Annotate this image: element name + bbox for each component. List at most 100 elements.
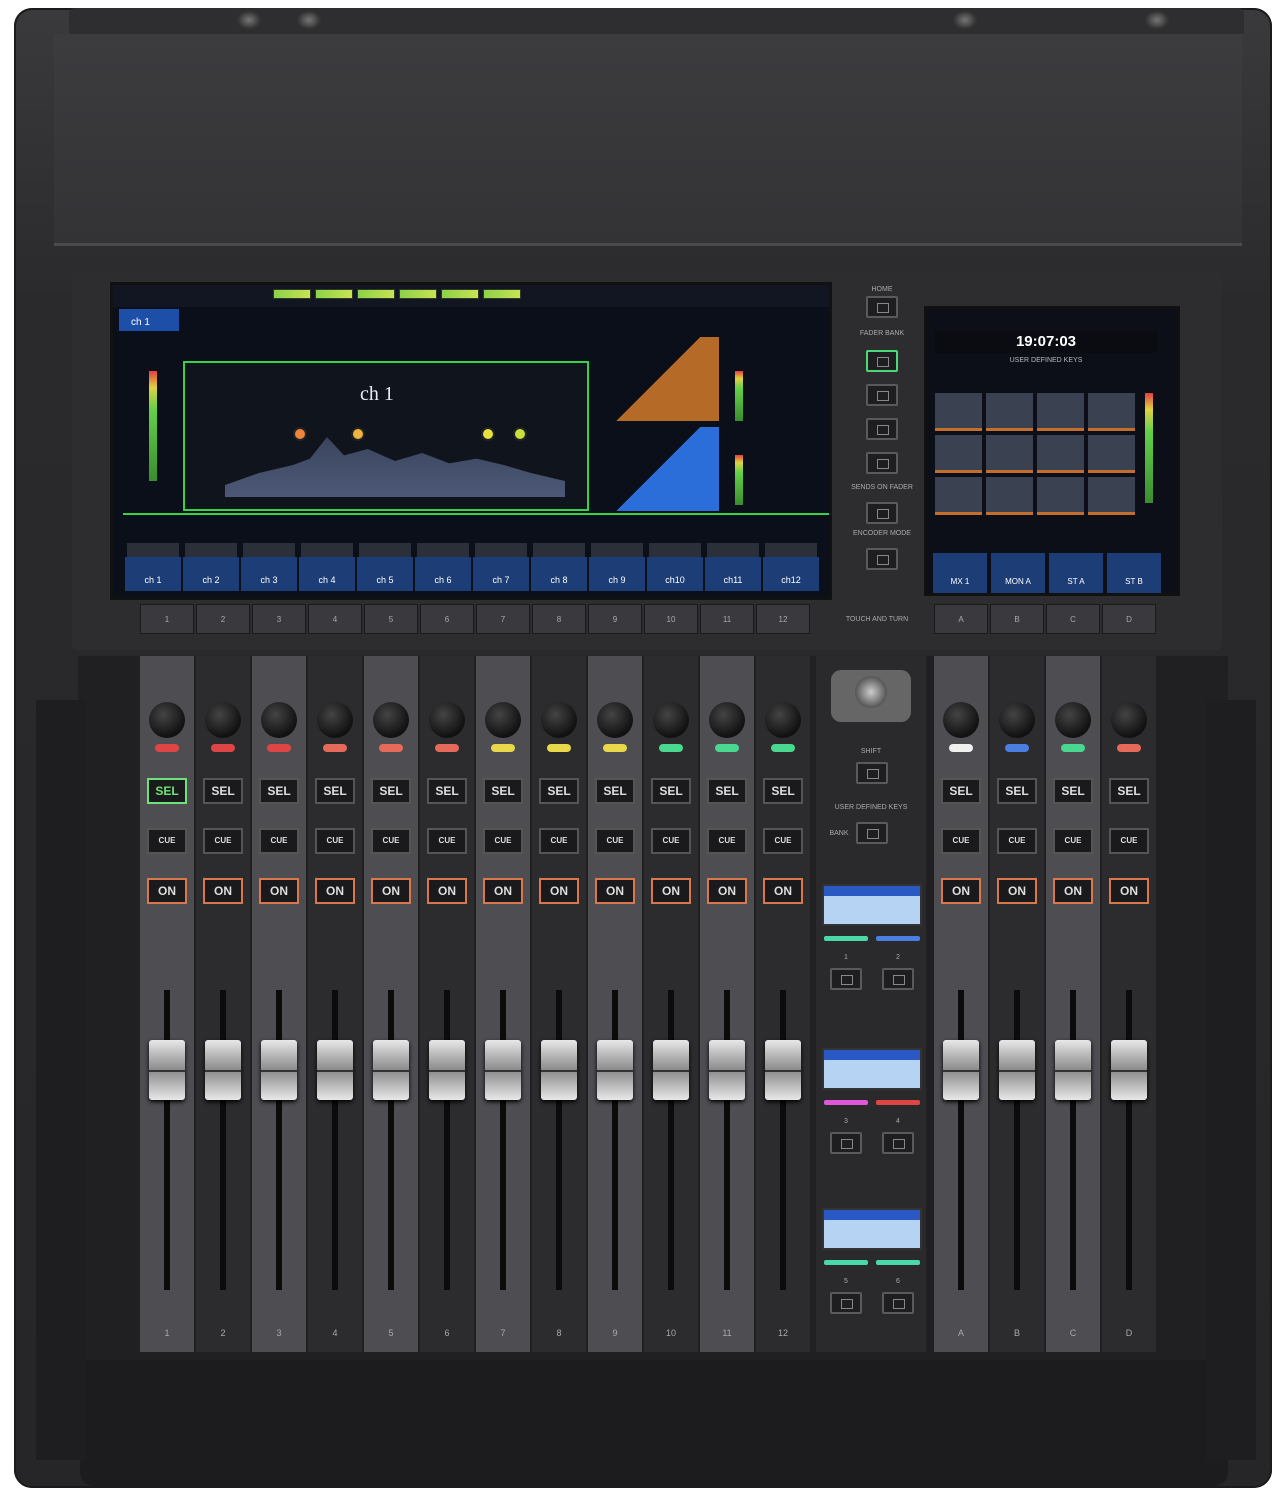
fader-knob[interactable] bbox=[429, 1040, 465, 1100]
sel-button[interactable]: SEL bbox=[427, 778, 467, 804]
side-touch-screen[interactable]: 19:07:03 USER DEFINED KEYS MX 1 MON A ST… bbox=[924, 306, 1180, 596]
on-button[interactable]: ON bbox=[1109, 878, 1149, 904]
aux-slot-a[interactable]: MX 1 bbox=[933, 553, 987, 593]
channel-select-key[interactable]: 6 bbox=[420, 604, 474, 634]
rotary-encoder[interactable] bbox=[597, 702, 633, 738]
param-value-box[interactable] bbox=[127, 543, 179, 557]
cue-button[interactable]: CUE bbox=[371, 828, 411, 854]
cue-button[interactable]: CUE bbox=[595, 828, 635, 854]
fader-knob[interactable] bbox=[205, 1040, 241, 1100]
on-button[interactable]: ON bbox=[315, 878, 355, 904]
selected-channel-box[interactable]: ch 1 bbox=[119, 309, 179, 331]
screen-channel-slot[interactable]: ch11 bbox=[705, 517, 761, 595]
fader-knob[interactable] bbox=[1111, 1040, 1147, 1100]
fader-knob[interactable] bbox=[943, 1040, 979, 1100]
rotary-encoder[interactable] bbox=[653, 702, 689, 738]
sel-button[interactable]: SEL bbox=[707, 778, 747, 804]
channel-select-key[interactable]: 1 bbox=[140, 604, 194, 634]
sel-button[interactable]: SEL bbox=[203, 778, 243, 804]
channel-select-key[interactable]: 8 bbox=[532, 604, 586, 634]
sends-on-fader-button[interactable] bbox=[866, 502, 898, 524]
user-key[interactable] bbox=[1088, 477, 1135, 515]
param-value-box[interactable] bbox=[649, 543, 701, 557]
rotary-encoder[interactable] bbox=[709, 702, 745, 738]
on-button[interactable]: ON bbox=[371, 878, 411, 904]
cue-button[interactable]: CUE bbox=[315, 828, 355, 854]
on-button[interactable]: ON bbox=[651, 878, 691, 904]
eq-band-handle[interactable] bbox=[481, 427, 495, 441]
screen-channel-slot[interactable]: ch 3 bbox=[241, 517, 297, 595]
dynamics-graph-1[interactable] bbox=[597, 337, 719, 421]
sel-button[interactable]: SEL bbox=[371, 778, 411, 804]
cue-button[interactable]: CUE bbox=[997, 828, 1037, 854]
screen-channel-slot[interactable]: ch 4 bbox=[299, 517, 355, 595]
user-key[interactable] bbox=[1088, 435, 1135, 473]
user-key-grid[interactable] bbox=[935, 393, 1135, 515]
fader-knob[interactable] bbox=[597, 1040, 633, 1100]
screen-channel-slot[interactable]: ch 5 bbox=[357, 517, 413, 595]
cue-button[interactable]: CUE bbox=[427, 828, 467, 854]
fader-knob[interactable] bbox=[709, 1040, 745, 1100]
encoder-mode-button[interactable] bbox=[866, 548, 898, 570]
rotary-encoder[interactable] bbox=[1111, 702, 1147, 738]
on-button[interactable]: ON bbox=[707, 878, 747, 904]
sel-button[interactable]: SEL bbox=[539, 778, 579, 804]
screen-channel-slot[interactable]: ch 9 bbox=[589, 517, 645, 595]
aux-select-key[interactable]: D bbox=[1102, 604, 1156, 634]
param-value-box[interactable] bbox=[359, 543, 411, 557]
screen-channel-slot[interactable]: ch 2 bbox=[183, 517, 239, 595]
on-button[interactable]: ON bbox=[483, 878, 523, 904]
param-value-box[interactable] bbox=[185, 543, 237, 557]
user-key-3[interactable] bbox=[830, 1132, 862, 1154]
cue-button[interactable]: CUE bbox=[763, 828, 803, 854]
main-touch-screen[interactable]: ch 1 ch 1 ch 1 ch 2 ch 3 ch 4 ch 5 ch 6 ch 7 ch… bbox=[110, 282, 832, 600]
user-key[interactable] bbox=[935, 435, 982, 473]
on-button[interactable]: ON bbox=[997, 878, 1037, 904]
sel-button[interactable]: SEL bbox=[651, 778, 691, 804]
on-button[interactable]: ON bbox=[147, 878, 187, 904]
channel-select-key[interactable]: 7 bbox=[476, 604, 530, 634]
rotary-encoder[interactable] bbox=[429, 702, 465, 738]
cue-button[interactable]: CUE bbox=[539, 828, 579, 854]
channel-select-key[interactable]: 3 bbox=[252, 604, 306, 634]
rotary-encoder[interactable] bbox=[541, 702, 577, 738]
eq-band-handle[interactable] bbox=[351, 427, 365, 441]
channel-select-key[interactable]: 9 bbox=[588, 604, 642, 634]
rotary-encoder[interactable] bbox=[1055, 702, 1091, 738]
bank-button[interactable] bbox=[856, 822, 888, 844]
aux-slot-d[interactable]: ST B bbox=[1107, 553, 1161, 593]
user-key-5[interactable] bbox=[830, 1292, 862, 1314]
sel-button[interactable]: SEL bbox=[997, 778, 1037, 804]
user-key[interactable] bbox=[1088, 393, 1135, 431]
on-button[interactable]: ON bbox=[203, 878, 243, 904]
channel-select-key[interactable]: 5 bbox=[364, 604, 418, 634]
cue-button[interactable]: CUE bbox=[707, 828, 747, 854]
fader-knob[interactable] bbox=[1055, 1040, 1091, 1100]
user-key[interactable] bbox=[986, 435, 1033, 473]
channel-select-key[interactable]: 10 bbox=[644, 604, 698, 634]
user-key-6[interactable] bbox=[882, 1292, 914, 1314]
aux-select-key[interactable]: A bbox=[934, 604, 988, 634]
fader-knob[interactable] bbox=[373, 1040, 409, 1100]
fader-bank-button-4[interactable] bbox=[866, 452, 898, 474]
home-button[interactable] bbox=[866, 296, 898, 318]
user-key[interactable] bbox=[1037, 435, 1084, 473]
rotary-encoder[interactable] bbox=[261, 702, 297, 738]
cue-button[interactable]: CUE bbox=[203, 828, 243, 854]
sel-button[interactable]: SEL bbox=[763, 778, 803, 804]
on-button[interactable]: ON bbox=[763, 878, 803, 904]
sel-button[interactable]: SEL bbox=[147, 778, 187, 804]
fader-knob[interactable] bbox=[485, 1040, 521, 1100]
rotary-encoder[interactable] bbox=[765, 702, 801, 738]
param-value-box[interactable] bbox=[301, 543, 353, 557]
sel-button[interactable]: SEL bbox=[1109, 778, 1149, 804]
param-value-box[interactable] bbox=[417, 543, 469, 557]
screen-channel-slot[interactable]: ch 6 bbox=[415, 517, 471, 595]
user-key[interactable] bbox=[1037, 477, 1084, 515]
rotary-encoder[interactable] bbox=[943, 702, 979, 738]
channel-select-key[interactable]: 12 bbox=[756, 604, 810, 634]
user-key[interactable] bbox=[935, 477, 982, 515]
user-key[interactable] bbox=[1037, 393, 1084, 431]
rotary-encoder[interactable] bbox=[149, 702, 185, 738]
fader-knob[interactable] bbox=[653, 1040, 689, 1100]
